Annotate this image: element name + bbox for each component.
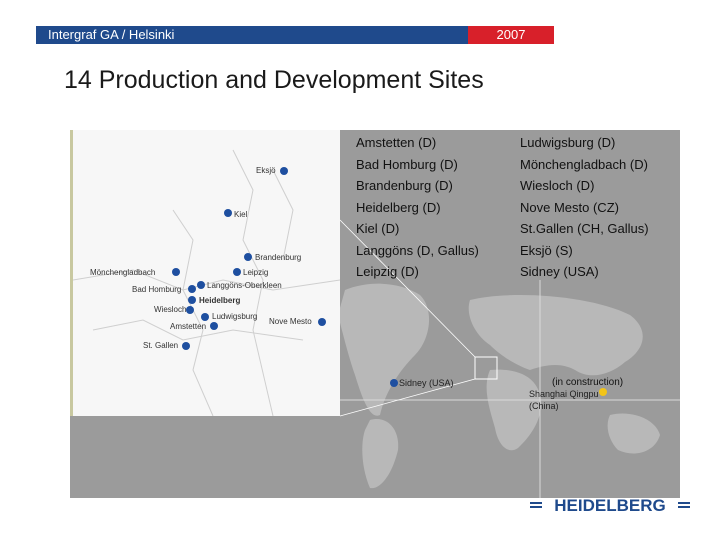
site-list-item: Nove Mesto (CZ): [520, 199, 619, 215]
heidelberg-label: Heidelberg: [199, 296, 241, 305]
langgoens-marker: [197, 281, 205, 289]
sidney-usa-label: Sidney (USA): [399, 378, 454, 388]
site-list-item: Eksjö (S): [520, 242, 573, 258]
site-list-item: Heidelberg (D): [356, 199, 441, 215]
site-list-item: Ludwigsburg (D): [520, 135, 616, 150]
st-gallen-label: St. Gallen: [143, 341, 179, 350]
shanghai-marker: [599, 388, 607, 396]
site-list-item: Brandenburg (D): [356, 178, 453, 193]
moenchengladbach-marker: [172, 268, 180, 276]
ludwigsburg-label: Ludwigsburg: [212, 312, 258, 321]
site-list-item: Mönchengladbach (D): [520, 156, 648, 172]
bad-homburg-marker: [188, 285, 196, 293]
site-list-item: Wiesloch (D): [520, 178, 595, 193]
brandenburg-marker: [244, 253, 252, 261]
shanghai-country-label: (China): [529, 401, 559, 411]
amstetten-label: Amstetten: [170, 322, 207, 331]
site-list-left: Amstetten (D) Bad Homburg (D) Brandenbur…: [356, 132, 479, 283]
site-list-item: Leipzig (D): [356, 264, 419, 279]
header-bar: Intergraf GA / Helsinki 2007: [36, 26, 554, 44]
eksjo-marker: [280, 167, 288, 175]
heidelberg-logo: HEIDELBERG: [530, 496, 690, 515]
event-label: Intergraf GA / Helsinki: [48, 27, 175, 42]
site-list-item: Amstetten (D): [356, 135, 437, 150]
site-list-item: Bad Homburg (D): [356, 156, 458, 172]
bad-homburg-label: Bad Homburg: [132, 285, 182, 294]
site-list-item: St.Gallen (CH, Gallus): [520, 221, 649, 236]
site-list-right: Ludwigsburg (D) Mönchengladbach (D) Wies…: [520, 132, 649, 283]
wiesloch-label: Wiesloch: [154, 305, 187, 314]
moenchengladbach-label: Mönchengladbach: [90, 268, 156, 277]
st-gallen-marker: [182, 342, 190, 350]
year-badge: 2007: [468, 26, 554, 44]
site-list-item: Langgöns (D, Gallus): [356, 242, 479, 258]
wiesloch-marker: [186, 306, 194, 314]
sidney-usa-marker: [390, 379, 398, 387]
eksjo-label: Eksjö: [256, 166, 276, 175]
kiel-label: Kiel: [234, 210, 248, 219]
leipzig-marker: [233, 268, 241, 276]
ludwigsburg-marker: [201, 313, 209, 321]
kiel-marker: [224, 209, 232, 217]
shanghai-label: Shanghai Qingpu: [529, 389, 599, 399]
construction-note: (in construction): [552, 377, 624, 388]
nove-mesto-label: Nove Mesto: [269, 317, 312, 326]
site-list-item: Kiel (D): [356, 221, 400, 236]
langgoens-label: Langgöns-Oberkleen: [207, 281, 282, 290]
site-list-item: Sidney (USA): [520, 264, 599, 279]
slide-title: 14 Production and Development Sites: [64, 66, 484, 94]
heidelberg-marker: [188, 296, 196, 304]
leipzig-label: Leipzig: [243, 268, 269, 277]
brandenburg-label: Brandenburg: [255, 253, 302, 262]
logo-wordmark: HEIDELBERG: [554, 496, 665, 515]
amstetten-marker: [210, 322, 218, 330]
nove-mesto-marker: [318, 318, 326, 326]
